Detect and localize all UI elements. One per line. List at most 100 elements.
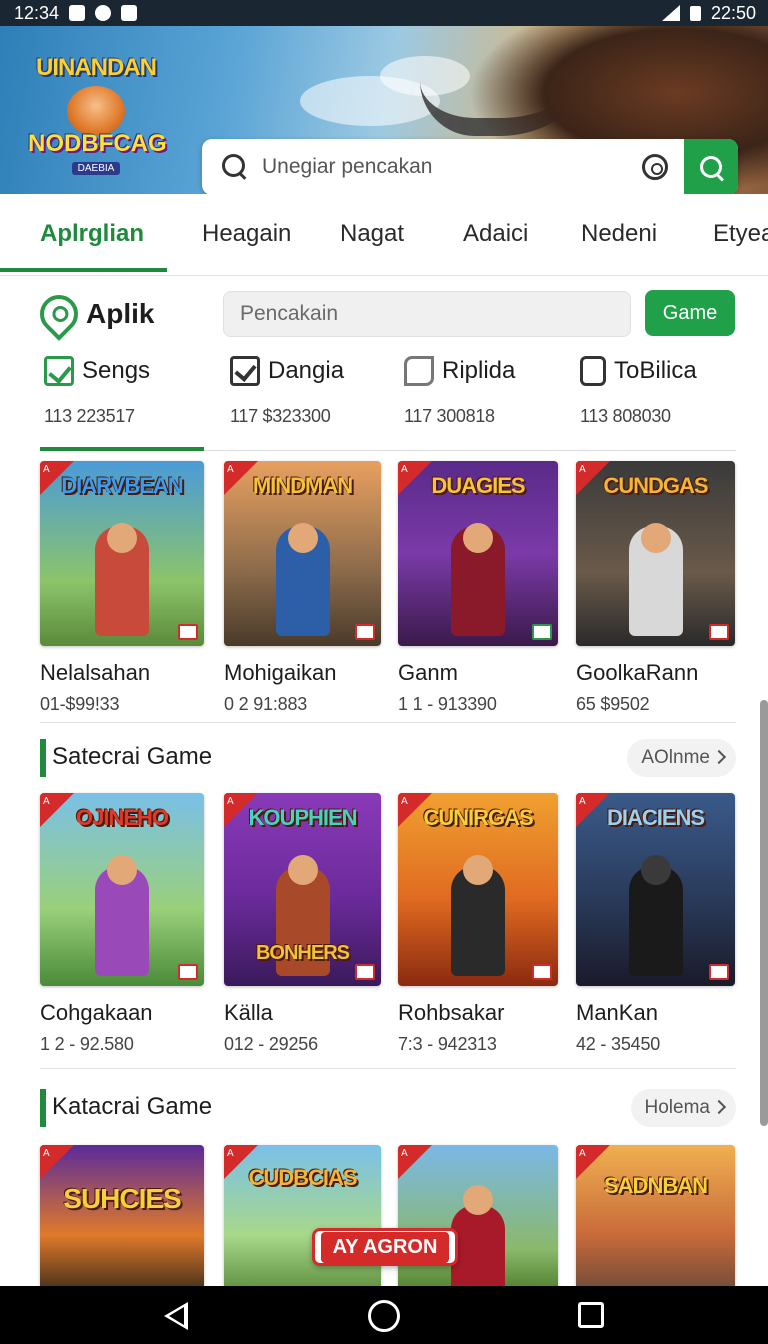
checkbox-icon	[230, 356, 260, 386]
ribbon-label: A	[401, 1148, 408, 1159]
header-search-bar	[202, 139, 738, 194]
search-go-icon	[700, 156, 722, 178]
home-icon[interactable]	[368, 1300, 400, 1332]
game-card[interactable]: DUAGIES A Ganm 1 1 - 913390	[398, 461, 558, 715]
system-nav-bar	[0, 1286, 768, 1344]
ribbon-label: A	[43, 1148, 50, 1159]
game-name: Nelalsahan	[40, 660, 151, 685]
chevron-right-icon	[711, 1099, 727, 1115]
game-price: 1 1 - 913390	[398, 694, 497, 714]
app-logo[interactable]: UINANDAN NODBFCAG DAEBIA	[28, 54, 167, 194]
game-thumbnail: MINDMAN A	[224, 461, 381, 646]
category-count: 117 300818	[404, 406, 495, 426]
game-name: Ganm	[398, 660, 458, 685]
game-thumbnail: CUDBCIAS A	[224, 1145, 381, 1295]
floating-promo-button[interactable]: AY AGRON	[312, 1228, 458, 1266]
phone-icon	[580, 356, 606, 386]
tab-aplrglian[interactable]: Aplrglian	[40, 220, 144, 248]
game-card[interactable]: CUNDGAS A GoolkaRann 65 $9502	[576, 461, 735, 715]
game-price: 01-$99!33	[40, 694, 120, 714]
section-divider	[40, 1068, 736, 1069]
category-count: 113 223517	[44, 406, 135, 426]
game-button[interactable]: Game	[645, 290, 735, 336]
category-tobilica[interactable]: ToBilica 113 808030	[580, 356, 750, 452]
tab-adaici[interactable]: Adaici	[463, 220, 528, 248]
game-price: 42 - 35450	[576, 1034, 661, 1054]
app-toolbar: Aplik Game	[32, 287, 736, 341]
game-thumbnail: SUHCIES A	[40, 1145, 204, 1295]
game-name: Källa	[224, 1000, 273, 1025]
game-card[interactable]: OJINEHO A Cohgakaan 1 2 - 92.580	[40, 793, 204, 1055]
game-art-subtitle: BONHERS	[255, 942, 350, 964]
game-card[interactable]: KOUPHIEN BONHERS A Källa 012 - 29256	[224, 793, 381, 1055]
section-more-button[interactable]: AOlnme	[627, 739, 736, 777]
app-title: Aplik	[86, 298, 155, 329]
game-card[interactable]: SADNBAN A	[576, 1145, 735, 1295]
tab-etyea[interactable]: Etyea	[713, 220, 768, 248]
category-dangia[interactable]: Dangia 117 $323300	[230, 356, 400, 452]
battery-icon	[689, 5, 701, 21]
media-icon	[95, 5, 112, 21]
game-card[interactable]: MINDMAN A Mohigaikan 0 2 91:883	[224, 461, 381, 715]
notification-icon	[69, 5, 86, 21]
floating-promo-label: AY AGRON	[320, 1231, 450, 1263]
platform-badge-icon	[709, 624, 729, 640]
platform-badge-icon	[355, 624, 375, 640]
game-price: 0 2 91:883	[224, 694, 308, 714]
more-label: Holema	[644, 1097, 710, 1118]
game-thumbnail: DIARVBEAN A	[40, 461, 204, 646]
game-card[interactable]: A	[398, 1145, 558, 1295]
game-card[interactable]: CUDBCIAS A	[224, 1145, 381, 1295]
game-card[interactable]: DIACIENS A ManKan 42 - 35450	[576, 793, 735, 1055]
tab-heagain[interactable]: Heagain	[202, 220, 291, 248]
ribbon-label: A	[579, 1148, 586, 1159]
category-count: 117 $323300	[230, 406, 331, 426]
category-label: ToBilica	[614, 357, 697, 384]
section-accent-bar	[40, 1089, 46, 1127]
game-card[interactable]: SUHCIES A	[40, 1145, 204, 1295]
game-thumbnail: CUNDGAS A	[576, 461, 735, 646]
top-tabs: Aplrglian Heagain Nagat Adaici Nedeni Et…	[0, 194, 768, 276]
logo-character-icon	[67, 86, 125, 136]
search-icon	[222, 154, 248, 180]
search-submit-button[interactable]	[684, 139, 738, 194]
category-tabs: Sengs 113 223517 Dangia 117 $323300 Ripl…	[0, 356, 768, 452]
tab-active-indicator	[0, 268, 167, 272]
section-divider	[40, 722, 736, 723]
app-search-input[interactable]	[223, 291, 631, 337]
edit-check-icon	[44, 356, 74, 386]
game-thumbnail: DUAGIES A	[398, 461, 558, 646]
category-label: Riplida	[442, 357, 516, 384]
section-header: Satecrai Game AOlnme	[40, 739, 736, 777]
game-thumbnail: SADNBAN A	[576, 1145, 735, 1295]
section-accent-bar	[40, 739, 46, 777]
status-time: 12:34	[14, 2, 60, 23]
header-search-input[interactable]	[262, 155, 642, 179]
back-icon[interactable]	[164, 1302, 188, 1330]
game-card[interactable]: CUNIRGAS A Rohbsakar 7:3 - 942313	[398, 793, 558, 1055]
ribbon-label: A	[227, 796, 234, 807]
platform-badge-icon	[178, 624, 198, 640]
scrollbar[interactable]	[760, 700, 768, 1126]
ribbon-label: A	[227, 1148, 234, 1159]
game-card[interactable]: DIARVBEAN A Nelalsahan 01-$99!33	[40, 461, 204, 715]
logo-sub-text: DAEBIA	[71, 162, 121, 175]
category-riplida[interactable]: Riplida 117 300818	[404, 356, 574, 452]
tab-nagat[interactable]: Nagat	[340, 220, 404, 248]
game-price: 1 2 - 92.580	[40, 1034, 134, 1054]
tab-nedeni[interactable]: Nedeni	[581, 220, 657, 248]
platform-badge-icon	[178, 964, 198, 980]
category-count: 113 808030	[580, 406, 671, 426]
status-bar: 12:34 22:50	[0, 0, 768, 26]
ribbon-label: A	[579, 796, 586, 807]
game-thumbnail: OJINEHO A	[40, 793, 204, 986]
scan-icon[interactable]	[642, 154, 668, 180]
recent-apps-icon[interactable]	[578, 1302, 604, 1328]
app-notification-icon	[121, 5, 138, 21]
ribbon-label: A	[43, 464, 50, 475]
chevron-right-icon	[711, 749, 727, 765]
category-sengs[interactable]: Sengs 113 223517	[44, 356, 214, 452]
tag-icon	[404, 356, 434, 386]
section-more-button[interactable]: Holema	[630, 1089, 736, 1127]
game-name: Mohigaikan	[224, 660, 337, 685]
